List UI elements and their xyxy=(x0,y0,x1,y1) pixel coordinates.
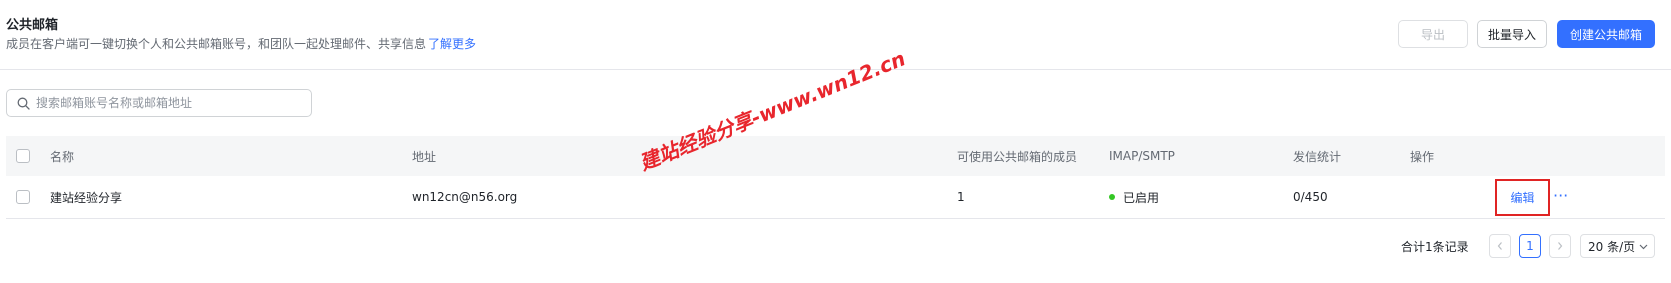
column-header-members[interactable]: 可使用公共邮箱的成员 xyxy=(957,136,1077,176)
create-public-mailbox-button[interactable]: 创建公共邮箱 xyxy=(1557,20,1655,48)
page-size-select[interactable]: 20 条/页 xyxy=(1580,234,1655,258)
search-box[interactable] xyxy=(6,89,312,117)
row-select-cell xyxy=(16,176,30,218)
edit-link[interactable]: 编辑 xyxy=(1510,189,1534,206)
chevron-down-icon xyxy=(1639,244,1648,250)
imap-status-label: 已启用 xyxy=(1123,190,1160,205)
imap-status: 已启用 xyxy=(1109,176,1159,218)
edit-highlight-box: 编辑 xyxy=(1495,179,1550,216)
send-stats: 0/450 xyxy=(1293,190,1328,204)
column-header-actions: 操作 xyxy=(1410,149,1435,164)
search-icon xyxy=(17,97,30,110)
pagination-total: 合计1条记录 xyxy=(1401,239,1469,254)
select-all-cell xyxy=(16,136,30,176)
member-count: 1 xyxy=(957,190,965,204)
page-header: 公共邮箱 成员在客户端可一键切换个人和公共邮箱账号，和团队一起处理邮件、共享信息… xyxy=(0,0,1671,70)
chevron-left-icon xyxy=(1497,242,1502,250)
batch-import-button[interactable]: 批量导入 xyxy=(1477,20,1547,48)
row-checkbox[interactable] xyxy=(16,190,30,204)
column-header-send-stats[interactable]: 发信统计 xyxy=(1293,136,1341,176)
more-icon[interactable]: ··· xyxy=(1553,186,1568,205)
page-description-text: 成员在客户端可一键切换个人和公共邮箱账号，和团队一起处理邮件、共享信息 xyxy=(6,37,427,51)
mailbox-name: 建站经验分享 xyxy=(50,190,123,205)
export-button[interactable]: 导出 xyxy=(1398,20,1468,48)
column-header-name[interactable]: 名称 xyxy=(50,136,74,176)
mailbox-address: wn12cn@n56.org xyxy=(412,190,518,204)
chevron-right-icon xyxy=(1558,242,1563,250)
search-input[interactable] xyxy=(36,96,296,110)
table-row: 建站经验分享 wn12cn@n56.org 1 已启用 0/450 xyxy=(6,176,1665,219)
page-size-label: 20 条/页 xyxy=(1588,239,1636,254)
column-header-address[interactable]: 地址 xyxy=(412,136,436,176)
learn-more-link[interactable]: 了解更多 xyxy=(428,37,476,51)
table-header: 名称 地址 可使用公共邮箱的成员 IMAP/SMTP 发信统计 操作 xyxy=(6,136,1665,176)
next-page-button[interactable] xyxy=(1549,234,1571,258)
column-header-imap-smtp[interactable]: IMAP/SMTP xyxy=(1109,136,1175,176)
page-description: 成员在客户端可一键切换个人和公共邮箱账号，和团队一起处理邮件、共享信息 了解更多 xyxy=(6,35,476,52)
page-number-button[interactable]: 1 xyxy=(1519,234,1541,258)
status-dot-icon xyxy=(1109,194,1115,200)
previous-page-button[interactable] xyxy=(1489,234,1511,258)
select-all-checkbox[interactable] xyxy=(16,149,30,163)
page-title: 公共邮箱 xyxy=(6,18,59,33)
